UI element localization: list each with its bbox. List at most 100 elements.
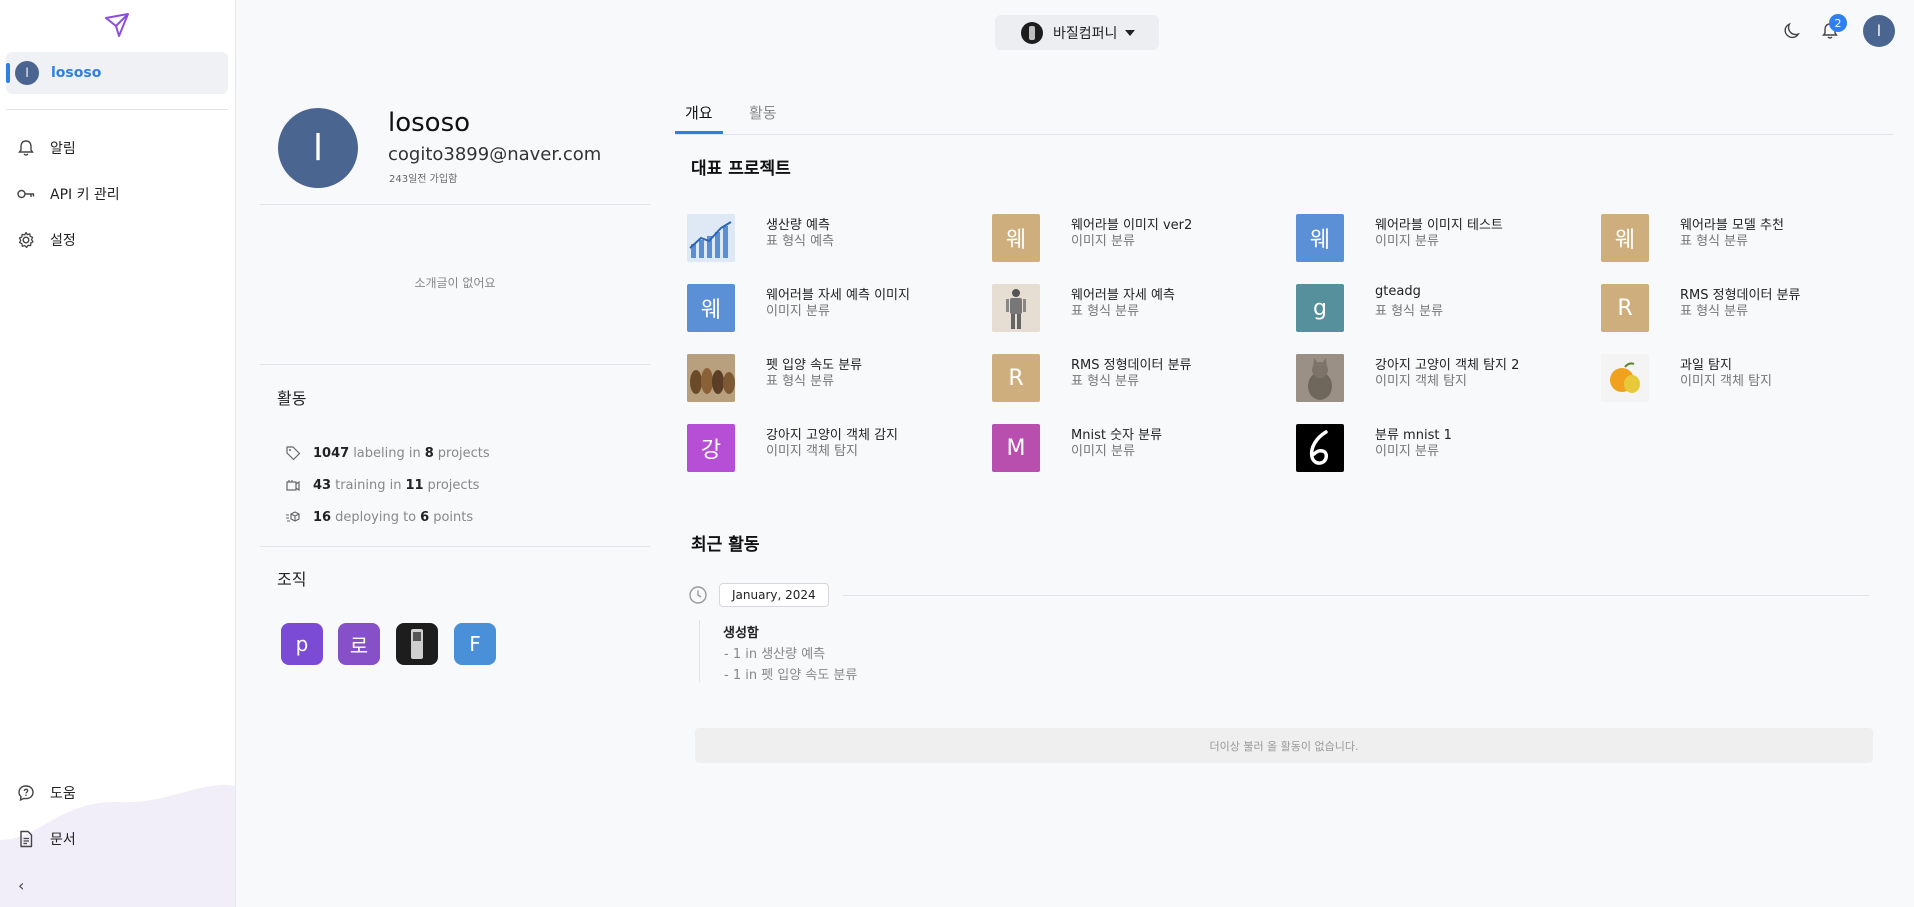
project-type: 표 형식 분류 (1680, 304, 1749, 319)
month-label: January, 2024 (719, 583, 829, 607)
project-card[interactable]: R RMS 정형데이터 분류 표 형식 분류 (1601, 284, 1881, 334)
profile-email: cogito3899@naver.com (388, 144, 602, 165)
sidebar-item-help[interactable]: 도움 (16, 781, 76, 805)
stat-count2: 11 (405, 477, 424, 493)
collapse-sidebar-button[interactable]: ‹ (18, 876, 24, 895)
activity-action: 생성함 (723, 626, 759, 641)
project-thumbnail: 웨 (992, 214, 1040, 262)
project-card[interactable]: 웨 웨어라블 이미지 ver2 이미지 분류 (992, 214, 1272, 264)
org-name: 바질컴퍼니 (1053, 25, 1118, 42)
project-card[interactable]: 강 강아지 고양이 객체 감지 이미지 객체 탐지 (687, 424, 967, 474)
dogs-thumbnail-image (687, 354, 735, 402)
project-card[interactable]: M Mnist 숫자 분류 이미지 분류 (992, 424, 1272, 474)
project-type: 이미지 객체 탐지 (1680, 374, 1772, 389)
stat-count: 1047 (313, 445, 350, 461)
divider (260, 364, 650, 365)
stat-count: 16 (313, 509, 332, 525)
profile-joined: 243일전 가입함 (389, 174, 458, 185)
stat-unit: points (433, 509, 474, 525)
project-type: 표 형식 분류 (766, 374, 835, 389)
no-more-activity: 더이상 불러 올 활동이 없습니다. (695, 728, 1873, 763)
activity-detail: - 1 in 생산량 예측 (724, 647, 826, 662)
avatar: l (15, 61, 39, 85)
user-avatar-button[interactable]: l (1863, 15, 1895, 47)
project-card[interactable]: 강아지 고양이 객체 탐지 2 이미지 객체 탐지 (1296, 354, 1576, 404)
project-card[interactable]: 웨 웨어라블 이미지 테스트 이미지 분류 (1296, 214, 1576, 264)
sidebar-item-settings[interactable]: 설정 (16, 228, 76, 252)
fruit-thumbnail-image (1610, 362, 1640, 393)
sidebar-item-label: 알림 (50, 141, 76, 157)
gear-icon (18, 231, 34, 249)
help-icon (18, 785, 34, 802)
stat-count2: 6 (420, 509, 430, 525)
profile-username: lososo (388, 108, 471, 138)
sidebar-item-docs[interactable]: 문서 (16, 827, 76, 851)
org-logo-image (411, 629, 423, 659)
divider (6, 109, 228, 110)
project-type: 이미지 분류 (1071, 234, 1135, 249)
divider (260, 546, 650, 547)
org-avatar-f[interactable]: F (454, 623, 496, 665)
project-card[interactable]: 분류 mnist 1 이미지 분류 (1296, 424, 1576, 474)
activity-detail: - 1 in 펫 입양 속도 분류 (724, 668, 858, 683)
document-icon (20, 830, 33, 848)
project-thumbnail (1601, 354, 1649, 402)
org-avatar-image[interactable] (396, 623, 438, 665)
timeline-divider (842, 595, 1870, 596)
org-avatar-p[interactable]: p (281, 623, 323, 665)
project-card[interactable]: R RMS 정형데이터 분류 표 형식 분류 (992, 354, 1272, 404)
caret-down-icon (1125, 29, 1136, 36)
tab-baseline (675, 134, 1893, 135)
stat-unit: projects (437, 445, 490, 461)
project-type: 표 형식 분류 (1375, 304, 1444, 319)
project-card[interactable]: 생산량 예측 표 형식 예측 (687, 214, 967, 264)
person-thumbnail-image (1006, 289, 1026, 329)
project-thumbnail: 웨 (1601, 214, 1649, 262)
sidebar-item-api-keys[interactable]: API 키 관리 (16, 182, 120, 206)
project-card[interactable]: 웨 웨어러블 자세 예측 이미지 이미지 분류 (687, 284, 967, 334)
project-thumbnail: R (992, 354, 1040, 402)
tab-activity[interactable]: 활동 (749, 102, 777, 123)
profile-bio: 소개글이 없어요 (414, 276, 496, 290)
project-thumbnail (687, 354, 735, 402)
project-thumbnail: R (1601, 284, 1649, 332)
stat-verb: deploying to (335, 509, 417, 525)
paper-plane-logo-icon[interactable] (104, 12, 130, 38)
sidebar-item-user[interactable]: l lososo (6, 52, 228, 94)
project-type: 표 형식 분류 (1680, 234, 1749, 249)
moon-icon[interactable] (1782, 21, 1802, 41)
project-card[interactable]: 웨어러블 자세 예측 표 형식 분류 (992, 284, 1272, 334)
org-avatar-ro[interactable]: 로 (338, 623, 380, 665)
bell-icon (18, 140, 34, 156)
project-type: 이미지 분류 (1375, 234, 1439, 249)
recent-activity-title: 최근 활동 (691, 535, 760, 555)
cat-thumbnail-image (1296, 354, 1344, 402)
project-thumbnail: 웨 (687, 284, 735, 332)
org-switcher[interactable]: 바질컴퍼니 (995, 15, 1159, 50)
project-thumbnail (687, 214, 735, 262)
sidebar-item-label: 도움 (50, 786, 76, 802)
project-type: 이미지 분류 (1375, 444, 1439, 459)
sidebar-item-label: 문서 (50, 832, 76, 848)
stat-training: 43 training in 11 projects (285, 476, 479, 494)
sidebar: l lososo 알림 API 키 관리 설정 도움 문서 ‹ (0, 0, 236, 907)
project-card[interactable]: g gteadg 표 형식 분류 (1296, 284, 1576, 334)
tab-overview[interactable]: 개요 (685, 102, 713, 123)
timeline-line (699, 620, 700, 682)
active-indicator (6, 63, 10, 83)
project-card[interactable]: 과일 탐지 이미지 객체 탐지 (1601, 354, 1881, 404)
stat-unit: projects (427, 477, 480, 493)
sidebar-item-label: 설정 (50, 233, 76, 249)
chart-thumbnail-image (689, 221, 732, 258)
project-card[interactable]: 펫 입양 속도 분류 표 형식 분류 (687, 354, 967, 404)
project-thumbnail: M (992, 424, 1040, 472)
activity-section-title: 활동 (277, 389, 307, 408)
project-name: gteadg (1375, 284, 1421, 299)
project-card[interactable]: 웨 웨어라블 모델 추천 표 형식 분류 (1601, 214, 1881, 264)
sidebar-item-notifications[interactable]: 알림 (16, 136, 76, 160)
project-type: 이미지 객체 탐지 (766, 444, 858, 459)
profile-avatar: l (278, 108, 358, 188)
training-icon (286, 480, 300, 492)
stat-count2: 8 (424, 445, 434, 461)
project-type: 표 형식 분류 (1071, 304, 1140, 319)
